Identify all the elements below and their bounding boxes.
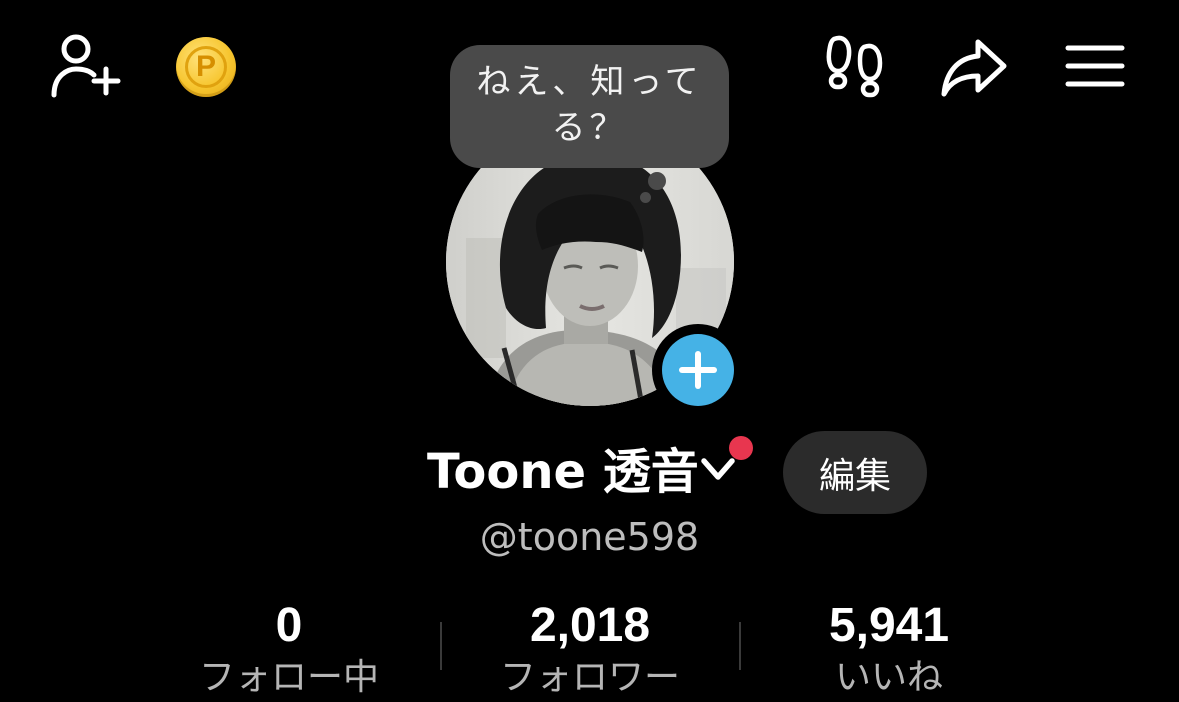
add-story-button[interactable] <box>652 324 744 416</box>
points-coin-icon: P <box>185 46 227 88</box>
status-bubble[interactable]: ねえ、知って る？ <box>450 45 729 168</box>
add-story-circle <box>662 334 734 406</box>
person-plus-icon <box>51 34 121 98</box>
stat-following[interactable]: 0 フォロー中 <box>139 598 439 702</box>
followers-label: フォロワー <box>499 657 680 698</box>
footprints-button[interactable] <box>822 32 888 100</box>
chevron-down-icon[interactable] <box>700 455 736 485</box>
stat-likes[interactable]: 5,941 いいね <box>739 598 1039 702</box>
status-text-line1: ねえ、知って <box>476 62 703 102</box>
following-count: 0 <box>275 599 303 652</box>
status-text-line2: る？ <box>551 108 628 148</box>
share-arrow-icon <box>941 39 1007 97</box>
points-coin-button[interactable]: P <box>176 37 236 97</box>
hamburger-menu-icon <box>1065 45 1125 87</box>
stat-followers[interactable]: 2,018 フォロワー <box>440 598 740 702</box>
following-label: フォロー中 <box>198 657 379 698</box>
bubble-tail-small <box>640 192 651 203</box>
likes-count: 5,941 <box>828 599 950 652</box>
plus-icon <box>679 351 717 389</box>
notification-dot <box>729 436 753 460</box>
share-button[interactable] <box>936 34 1012 100</box>
display-name[interactable]: Toone 透音 <box>427 440 699 504</box>
edit-profile-button[interactable]: 編集 <box>783 431 927 514</box>
username-handle: @toone598 <box>479 515 700 559</box>
add-friend-button[interactable] <box>44 30 124 102</box>
footprints-icon <box>826 35 883 98</box>
menu-button[interactable] <box>1062 40 1128 92</box>
bubble-tail <box>648 172 666 190</box>
likes-label: いいね <box>834 657 943 698</box>
followers-count: 2,018 <box>529 599 651 652</box>
coin-letter: P <box>195 50 216 83</box>
